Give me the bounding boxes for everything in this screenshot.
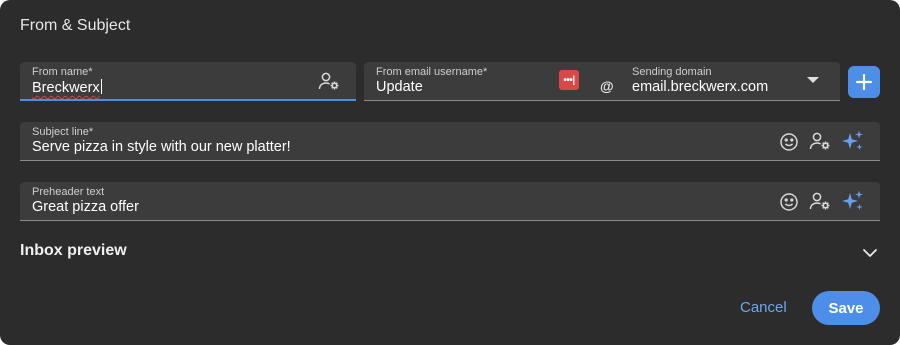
from-name-label: From name*: [32, 66, 93, 78]
personalize-icon[interactable]: [809, 191, 831, 211]
from-name-input-value[interactable]: Breckwerx: [32, 79, 102, 96]
dialog-title: From & Subject: [20, 17, 131, 34]
from-email-field[interactable]: From email username* Update •••| @ Sendi…: [364, 62, 840, 101]
preheader-text-field[interactable]: Preheader text Great pizza offer: [20, 182, 880, 221]
text-caret: [100, 79, 102, 94]
personalize-icon[interactable]: [318, 71, 340, 91]
from-name-field[interactable]: From name* Breckwerx: [20, 62, 356, 101]
chevron-down-icon[interactable]: [860, 243, 880, 268]
emoji-icon[interactable]: [779, 192, 799, 212]
from-name-value: Breckwerx: [32, 80, 100, 96]
sending-domain-value[interactable]: email.breckwerx.com: [632, 79, 768, 95]
plus-icon: [855, 73, 873, 91]
personalize-icon[interactable]: [809, 131, 831, 151]
emoji-icon[interactable]: [779, 132, 799, 152]
at-symbol: @: [600, 78, 614, 94]
save-button[interactable]: Save: [812, 291, 880, 325]
subject-line-value[interactable]: Serve pizza in style with our new platte…: [32, 139, 291, 155]
ai-sparkle-icon[interactable]: [841, 129, 865, 153]
password-manager-icon[interactable]: •••|: [559, 70, 579, 90]
from-email-value[interactable]: Update: [376, 79, 423, 95]
subject-line-field[interactable]: Subject line* Serve pizza in style with …: [20, 122, 880, 161]
preheader-label: Preheader text: [32, 186, 105, 198]
from-subject-dialog: From & Subject From name* Breckwerx From…: [0, 0, 900, 345]
from-email-label: From email username*: [376, 66, 488, 78]
preheader-value[interactable]: Great pizza offer: [32, 199, 139, 215]
dropdown-arrow-icon[interactable]: [806, 76, 820, 84]
cancel-button[interactable]: Cancel: [740, 299, 787, 316]
ai-sparkle-icon[interactable]: [841, 189, 865, 213]
subject-line-label: Subject line*: [32, 126, 94, 138]
sending-domain-label: Sending domain: [632, 66, 712, 78]
inbox-preview-toggle[interactable]: Inbox preview: [20, 242, 127, 260]
add-sender-button[interactable]: [848, 66, 880, 98]
